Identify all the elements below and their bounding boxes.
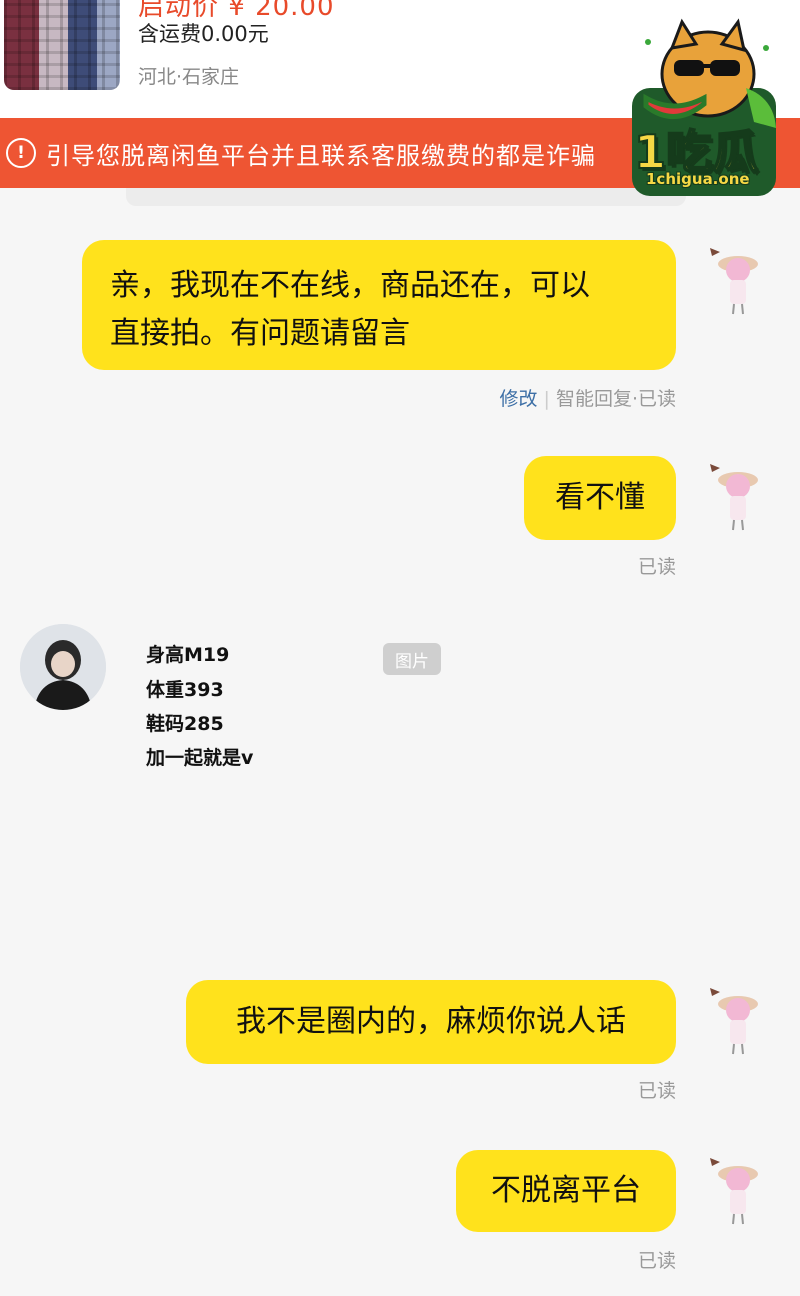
divider: | [543, 388, 550, 410]
user-avatar[interactable] [706, 460, 766, 532]
card-shadow [126, 188, 686, 206]
read-status: 已读 [637, 556, 676, 578]
read-status: 已读 [637, 1250, 676, 1272]
chat-bubble[interactable]: 不脱离平台 [456, 1150, 676, 1232]
user-avatar[interactable] [706, 1154, 766, 1226]
other-user-avatar[interactable] [20, 624, 106, 710]
read-status: 已读 [637, 1080, 676, 1102]
profile-text-line: 身高M19 [146, 644, 230, 666]
seller-location: 河北·石家庄 [138, 66, 240, 88]
profile-text-line: 体重393 [146, 679, 224, 701]
warning-text: 引导您脱离闲鱼平台并且联系客服缴费的都是诈骗 [46, 141, 596, 170]
message-line: 直接拍。有问题请留言 [110, 316, 410, 351]
profile-text-line: 加一起就是v [146, 747, 254, 769]
message-meta: 修改 | 智能回复·已读 [500, 384, 676, 411]
message-text: 不脱离平台 [491, 1173, 641, 1208]
chat-bubble[interactable]: 看不懂 [524, 456, 676, 540]
user-avatar[interactable] [706, 244, 766, 316]
user-avatar[interactable] [706, 984, 766, 1056]
shipping-fee: 含运费0.00元 [138, 22, 269, 46]
chat-bubble-auto-reply[interactable]: 亲，我现在不在线，商品还在，可以 直接拍。有问题请留言 [82, 240, 676, 370]
message-line: 亲，我现在不在线，商品还在，可以 [110, 268, 590, 303]
product-thumbnail[interactable] [4, 0, 120, 90]
message-text: 我不是圈内的，麻烦你说人话 [236, 1004, 626, 1039]
watermark-url: 1chigua.one [646, 170, 750, 188]
edit-link[interactable]: 修改 [500, 388, 538, 410]
chat-bubble[interactable]: 我不是圈内的，麻烦你说人话 [186, 980, 676, 1064]
read-status: 智能回复·已读 [555, 388, 676, 410]
image-label: 图片 [383, 643, 441, 675]
profile-text-line: 鞋码285 [146, 713, 224, 735]
exclamation-circle-icon: ! [6, 138, 36, 168]
message-text: 看不懂 [555, 480, 645, 515]
